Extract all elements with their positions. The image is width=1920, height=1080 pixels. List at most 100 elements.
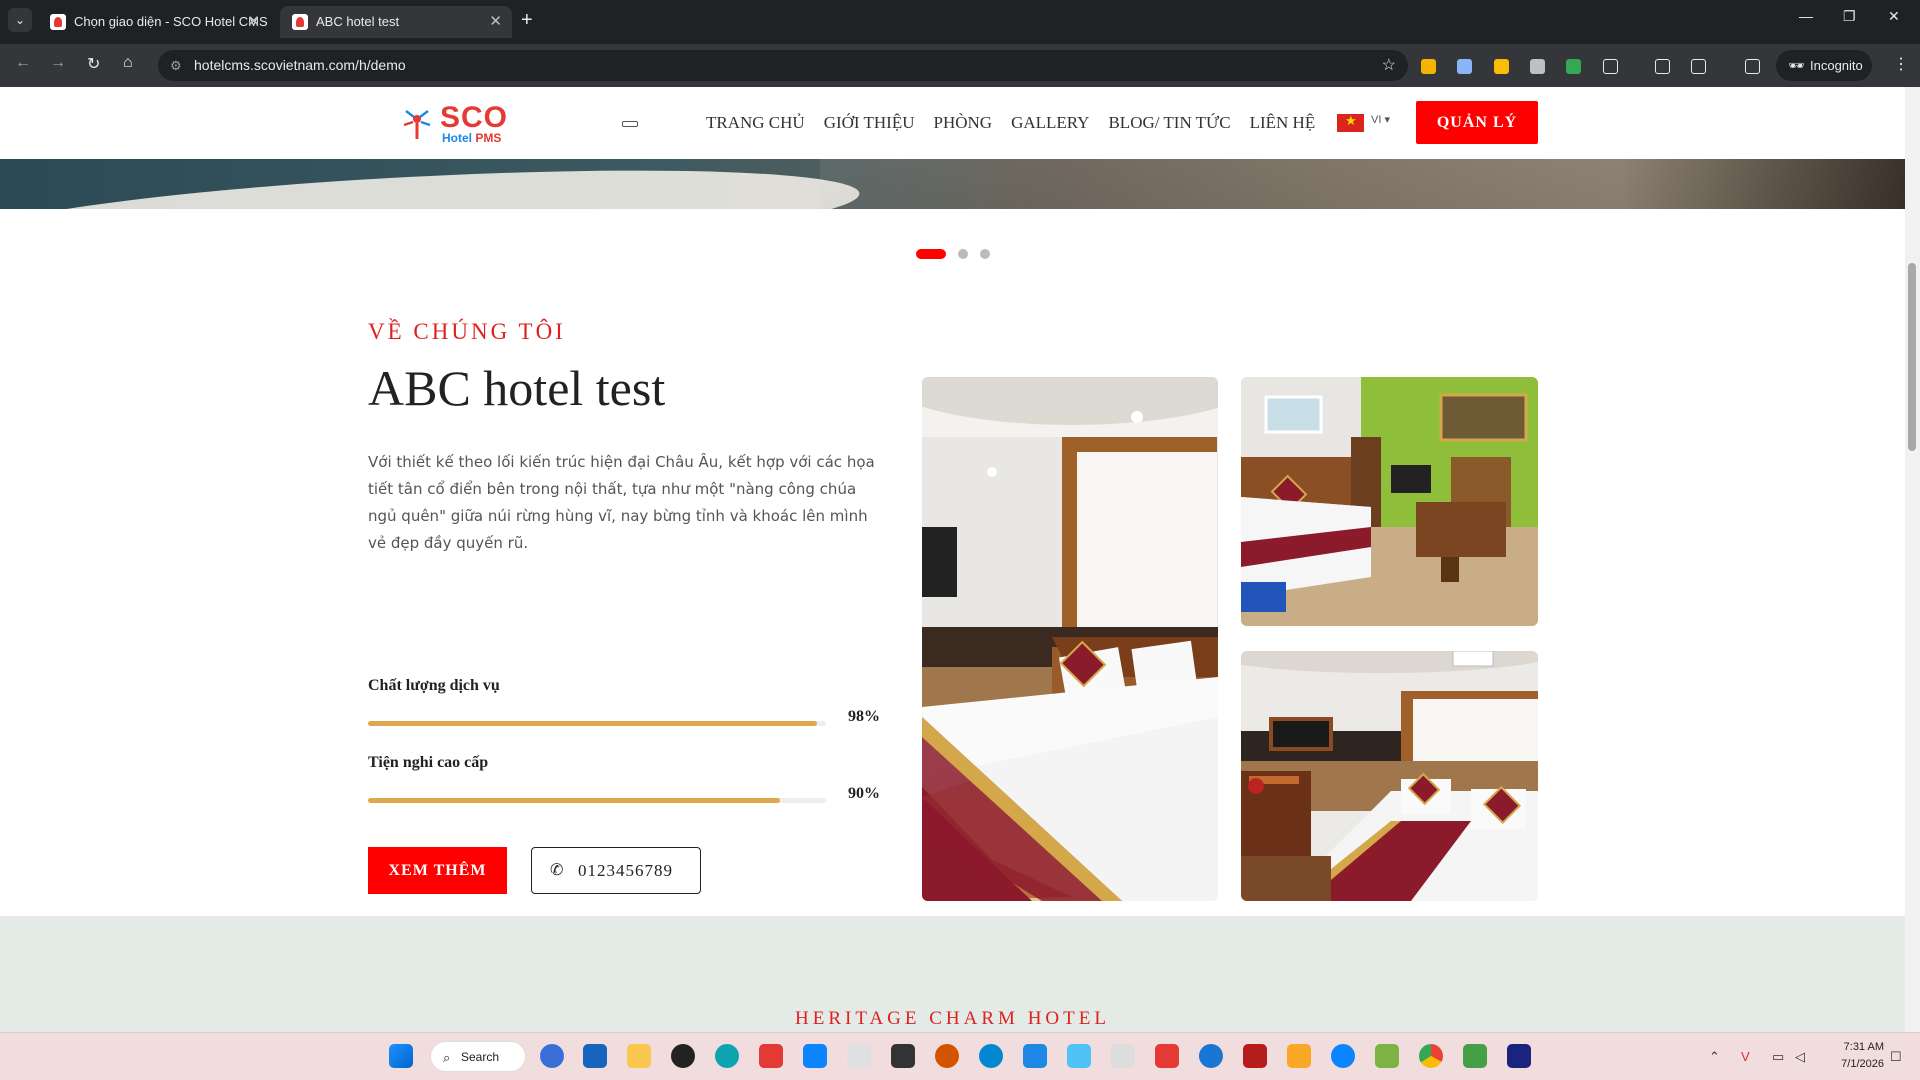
restore-button[interactable]: ❐ [1843, 8, 1856, 25]
section-eyebrow: VỀ CHÚNG TÔI [368, 319, 566, 344]
sticky-notes-icon[interactable] [627, 1044, 651, 1068]
close-tab-icon[interactable]: ✕ [247, 6, 260, 38]
extensions-puzzle-icon[interactable] [1603, 59, 1618, 74]
tab-inactive[interactable]: Chọn giao diện - SCO Hotel CMS ✕ [38, 6, 270, 38]
system-clock[interactable]: 7:31 AM 7/1/2026 [1828, 1039, 1884, 1073]
hero-slider-image [0, 159, 1905, 209]
reload-icon[interactable]: ↻ [87, 54, 100, 74]
outlook-icon[interactable] [583, 1044, 607, 1068]
camera-extension-icon[interactable] [1530, 59, 1545, 74]
bed-shadow-shape [820, 159, 1905, 209]
scrollbar-thumb[interactable] [1908, 263, 1916, 451]
start-windows-icon[interactable] [389, 1044, 413, 1068]
nav-item-contact[interactable]: LIÊN HỆ [1250, 111, 1316, 135]
room-photo-top-right[interactable] [1241, 377, 1538, 626]
logo-sub-pms: PMS [475, 131, 502, 145]
manage-button[interactable]: QUẢN LÝ [1416, 101, 1538, 144]
network-icon[interactable]: ▭ [1772, 1049, 1784, 1065]
click-app-icon[interactable] [540, 1044, 564, 1068]
site-logo[interactable]: SCO Hotel PMS [400, 101, 512, 145]
slider-dot[interactable] [958, 249, 968, 259]
nav-item-blog[interactable]: BLOG/ TIN TỨC [1108, 111, 1230, 135]
site-info-icon[interactable]: ⚙ [170, 50, 182, 81]
search-label: Search [461, 1050, 500, 1064]
search-icon: ⌕ [443, 1050, 451, 1065]
extension-icon[interactable] [1421, 59, 1436, 74]
home-icon[interactable]: ⌂ [123, 54, 133, 72]
close-window-button[interactable]: ✕ [1888, 8, 1900, 25]
filezilla-icon[interactable] [1243, 1044, 1267, 1068]
zalo-icon[interactable] [803, 1044, 827, 1068]
zalo-icon[interactable] [1331, 1044, 1355, 1068]
extension-icon[interactable] [1457, 59, 1472, 74]
address-bar[interactable]: ⚙ hotelcms.scovietnam.com/h/demo ☆ [158, 50, 1408, 81]
incognito-indicator[interactable]: 🕶 Incognito [1776, 50, 1872, 81]
app-icon[interactable] [1111, 1044, 1135, 1068]
slider-dot-active[interactable] [916, 249, 946, 259]
app-icon[interactable] [1463, 1044, 1487, 1068]
file-explorer-icon[interactable] [1287, 1044, 1311, 1068]
app-icon[interactable] [891, 1044, 915, 1068]
youtube-icon[interactable] [1155, 1044, 1179, 1068]
room-photo-bottom-right[interactable] [1241, 651, 1538, 901]
tab-search-button[interactable]: ⌄ [8, 8, 32, 32]
skill-percent: 90% [848, 785, 880, 802]
tray-overflow-icon[interactable]: ⌃ [1709, 1049, 1720, 1065]
browser-menu-icon[interactable]: ⋮ [1893, 54, 1909, 74]
vietnam-flag-icon[interactable] [1337, 113, 1364, 132]
extension-icon[interactable] [1566, 59, 1581, 74]
site-header: SCO Hotel PMS TRANG CHỦ GIỚI THIỆU PHÒNG… [0, 87, 1905, 159]
slider-dot[interactable] [980, 249, 990, 259]
nav-item-gallery[interactable]: GALLERY [1011, 111, 1089, 135]
phone-number: 0123456789 [578, 861, 673, 880]
edge-icon[interactable] [715, 1044, 739, 1068]
minimize-button[interactable]: — [1799, 8, 1813, 24]
about-description: Với thiết kế theo lối kiến trúc hiện đại… [368, 453, 875, 552]
logo-sub-hotel: Hotel [442, 131, 472, 145]
notification-icon[interactable]: ☐ [1890, 1049, 1902, 1065]
tab-title: Chọn giao diện - SCO Hotel CMS [74, 14, 268, 29]
media-controls-icon[interactable] [1745, 59, 1760, 74]
main-nav: TRANG CHỦ GIỚI THIỆU PHÒNG GALLERY BLOG/… [706, 111, 1334, 135]
language-selector[interactable]: VI ▾ [1371, 113, 1390, 126]
close-tab-icon[interactable]: ✕ [489, 6, 502, 38]
vscode-icon[interactable] [1023, 1044, 1047, 1068]
unikey-icon[interactable]: V [1741, 1049, 1750, 1064]
recorder-icon[interactable] [671, 1044, 695, 1068]
browser-toolbar: ← → ↻ ⌂ ⚙ hotelcms.scovietnam.com/h/demo… [0, 44, 1920, 87]
room-photo-large[interactable] [922, 377, 1218, 901]
about-section: VỀ CHÚNG TÔI ABC hotel test Với thiết kế… [0, 209, 1905, 909]
reading-mode-icon[interactable] [1655, 59, 1670, 74]
app-icon[interactable] [1375, 1044, 1399, 1068]
app-icon[interactable] [759, 1044, 783, 1068]
logo-mark-icon [403, 110, 431, 139]
new-tab-button[interactable]: + [521, 8, 533, 32]
taskbar-search[interactable]: ⌕ Search [430, 1041, 526, 1072]
heritage-heading: HERITAGE CHARM HOTEL [795, 1008, 1110, 1029]
back-icon[interactable]: ← [15, 54, 31, 72]
tab-active[interactable]: ABC hotel test ✕ [280, 6, 512, 38]
nav-item-home[interactable]: TRANG CHỦ [706, 111, 805, 135]
app-icon[interactable] [1507, 1044, 1531, 1068]
mail-icon[interactable] [1067, 1044, 1091, 1068]
incognito-label: Incognito [1810, 58, 1863, 73]
claude-icon[interactable] [935, 1044, 959, 1068]
phone-button[interactable]: ✆ 0123456789 [531, 847, 701, 894]
skill-progress-fill [368, 721, 817, 726]
nav-item-rooms[interactable]: PHÒNG [934, 111, 993, 135]
bookmark-star-icon[interactable]: ☆ [1382, 50, 1396, 81]
volume-icon[interactable]: ◁ [1795, 1049, 1805, 1065]
forward-icon[interactable]: → [50, 54, 66, 72]
chrome-icon[interactable] [1419, 1044, 1443, 1068]
snipping-tool-icon[interactable] [847, 1044, 871, 1068]
app-icon[interactable] [979, 1044, 1003, 1068]
clock-time: 7:31 AM [1843, 1041, 1884, 1053]
translate-icon[interactable] [1691, 59, 1706, 74]
page-scrollbar[interactable] [1905, 87, 1920, 1032]
skill-progress-fill [368, 798, 781, 803]
cloud-icon[interactable] [1199, 1044, 1223, 1068]
extension-icon[interactable] [1494, 59, 1509, 74]
nav-item-about[interactable]: GIỚI THIỆU [824, 111, 915, 135]
read-more-button[interactable]: XEM THÊM [368, 847, 507, 894]
menu-toggle-icon[interactable] [622, 121, 638, 127]
